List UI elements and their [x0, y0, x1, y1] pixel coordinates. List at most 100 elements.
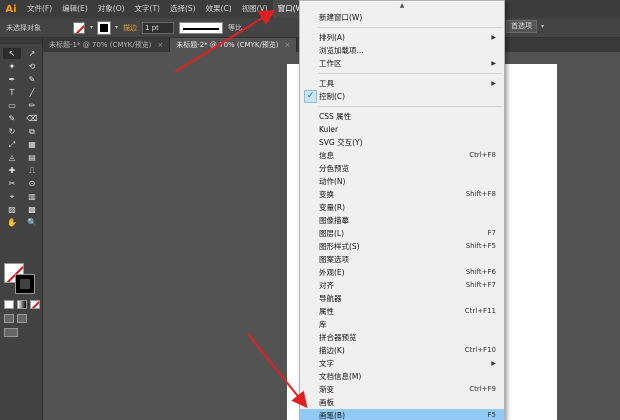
window-menu-item[interactable]: 浏览加载项...: [300, 44, 504, 57]
window-menu-item[interactable]: 工具 ▶: [300, 77, 504, 90]
window-menu-item[interactable]: 库: [300, 318, 504, 331]
stroke-label[interactable]: 描边: [123, 23, 137, 33]
eraser-tool-icon[interactable]: ⌫: [23, 113, 41, 124]
window-menu-item[interactable]: 导航器: [300, 292, 504, 305]
paintbrush-tool-icon[interactable]: ✎: [3, 113, 21, 124]
zoom-tool-icon[interactable]: 🔍: [23, 217, 41, 228]
mesh-tool-icon[interactable]: ✚: [3, 165, 21, 176]
perspective-grid-tool-icon[interactable]: ▤: [23, 152, 41, 163]
window-menu-item[interactable]: 工作区 ▶: [300, 57, 504, 70]
window-menu-item[interactable]: 信息 Ctrl+F8: [300, 149, 504, 162]
menu-item-label: 文档信息(M): [319, 372, 362, 381]
window-menu-item[interactable]: 分色预览: [300, 162, 504, 175]
window-menu-item[interactable]: 图像描摹: [300, 214, 504, 227]
free-transform-tool-icon[interactable]: ▦: [23, 139, 41, 150]
window-menu-item[interactable]: 图案选项: [300, 253, 504, 266]
none-mode-icon[interactable]: [30, 300, 40, 309]
preferences-button[interactable]: 首选项: [506, 20, 537, 33]
fill-swatch[interactable]: [73, 21, 85, 34]
stroke-width-input[interactable]: 1 pt: [142, 21, 175, 34]
artboard-tool-icon[interactable]: ▨: [3, 204, 21, 215]
scroll-up-icon[interactable]: ▲: [300, 1, 504, 11]
window-menu-item[interactable]: 动作(N): [300, 175, 504, 188]
stroke-color-swatch[interactable]: [15, 274, 35, 294]
menu-select[interactable]: 选择(S): [165, 0, 201, 18]
window-menu-items: 新建窗口(W) 排列(A) ▶ 浏览加载项... 工作区 ▶ 工具 ▶ ✓ 控制(C) CSS 属性…: [300, 11, 504, 420]
direct-selection-tool-icon[interactable]: ↗: [23, 48, 41, 59]
hand-tool-icon[interactable]: ✋: [3, 217, 21, 228]
window-menu-item[interactable]: 变换 Shift+F8: [300, 188, 504, 201]
window-menu-item[interactable]: 拼合器预览: [300, 331, 504, 344]
stroke-profile-preview[interactable]: [179, 21, 224, 34]
magic-wand-tool-icon[interactable]: ✦: [3, 61, 21, 72]
window-menu-item[interactable]: 图层(L) F7: [300, 227, 504, 240]
screen-mode-icon[interactable]: [4, 328, 18, 337]
submenu-arrow-icon: ▶: [491, 80, 496, 87]
window-menu-item[interactable]: Kuler: [300, 123, 504, 136]
color-mode-icon[interactable]: [4, 300, 14, 309]
menu-view[interactable]: 视图(V): [237, 0, 273, 18]
column-graph-tool-icon[interactable]: ▥: [23, 191, 41, 202]
pencil-tool-icon[interactable]: ✏: [23, 100, 41, 111]
menu-item-label: 工具: [319, 79, 334, 88]
app-logo: Ai: [5, 3, 17, 15]
window-menu-item[interactable]: 描边(K) Ctrl+F10: [300, 344, 504, 357]
menu-item-label: 画板: [319, 398, 334, 407]
line-tool-icon[interactable]: ╱: [23, 87, 41, 98]
shape-builder-tool-icon[interactable]: ◬: [3, 152, 21, 163]
width-tool-icon[interactable]: ⤢: [3, 139, 21, 150]
selection-tool-icon[interactable]: ↖: [3, 48, 21, 59]
menu-edit[interactable]: 编辑(E): [57, 0, 93, 18]
menu-item-label: 拼合器预览: [319, 333, 357, 342]
menu-type[interactable]: 文字(T): [130, 0, 165, 18]
menu-file[interactable]: 文件(F): [22, 0, 57, 18]
window-menu-item[interactable]: 外观(E) Shift+F6: [300, 266, 504, 279]
window-menu-item[interactable]: 属性 Ctrl+F11: [300, 305, 504, 318]
rectangle-tool-icon[interactable]: ▭: [3, 100, 21, 111]
tab-document-2[interactable]: 未标题-2* @ 70% (CMYK/预览) ×: [170, 38, 298, 52]
panel-menu-icon[interactable]: ▾: [541, 23, 544, 30]
gradient-tool-icon[interactable]: ⎍: [23, 165, 41, 176]
scale-tool-icon[interactable]: ⧉: [23, 126, 41, 137]
chevron-down-icon[interactable]: ▾: [90, 24, 93, 31]
slice-tool-icon[interactable]: ▩: [23, 204, 41, 215]
lasso-tool-icon[interactable]: ⟲: [23, 61, 41, 72]
stroke-swatch[interactable]: [97, 20, 112, 35]
menu-item-shortcut: Ctrl+F8: [469, 151, 496, 159]
close-icon[interactable]: ×: [157, 41, 163, 49]
gradient-mode-icon[interactable]: [17, 300, 27, 309]
chevron-down-icon[interactable]: ▾: [115, 24, 118, 31]
tab-document-1[interactable]: 未标题-1* @ 70% (CMYK/预览) ×: [43, 38, 171, 52]
window-menu-item[interactable]: 画板: [300, 396, 504, 409]
rotate-tool-icon[interactable]: ↻: [3, 126, 21, 137]
curvature-tool-icon[interactable]: ✎: [23, 74, 41, 85]
window-menu-item[interactable]: 文档信息(M): [300, 370, 504, 383]
type-tool-icon[interactable]: T: [3, 87, 21, 98]
window-menu-item[interactable]: 文字 ▶: [300, 357, 504, 370]
window-menu-item[interactable]: ✓ 控制(C): [300, 90, 504, 103]
symbol-sprayer-tool-icon[interactable]: ⌖: [3, 191, 21, 202]
window-menu-item[interactable]: 渐变 Ctrl+F9: [300, 383, 504, 396]
window-menu-item[interactable]: 排列(A) ▶: [300, 31, 504, 44]
menu-item-label: 排列(A): [319, 33, 345, 42]
menu-item-shortcut: Shift+F6: [465, 268, 496, 276]
menu-item-label: 信息: [319, 151, 334, 160]
window-menu-item[interactable]: 变量(R): [300, 201, 504, 214]
window-menu-item[interactable]: 对齐 Shift+F7: [300, 279, 504, 292]
menu-item-label: 控制(C): [319, 92, 346, 101]
window-menu-item[interactable]: CSS 属性: [300, 110, 504, 123]
blend-tool-icon[interactable]: ⊙: [23, 178, 41, 189]
window-menu-item[interactable]: 画笔(B) F5: [300, 409, 504, 420]
close-icon[interactable]: ×: [285, 41, 291, 49]
draw-normal-icon[interactable]: [4, 314, 14, 323]
window-menu-item[interactable]: SVG 交互(Y): [300, 136, 504, 149]
window-menu-item[interactable]: 新建窗口(W): [300, 11, 504, 24]
menu-object[interactable]: 对象(O): [93, 0, 130, 18]
draw-behind-icon[interactable]: [17, 314, 27, 323]
window-menu-item[interactable]: 图形样式(S) Shift+F5: [300, 240, 504, 253]
menu-effect[interactable]: 效果(C): [201, 0, 237, 18]
pen-tool-icon[interactable]: ✒: [3, 74, 21, 85]
submenu-arrow-icon: ▶: [491, 60, 496, 67]
menu-item-label: 图形样式(S): [319, 242, 360, 251]
eyedropper-tool-icon[interactable]: ✂: [3, 178, 21, 189]
